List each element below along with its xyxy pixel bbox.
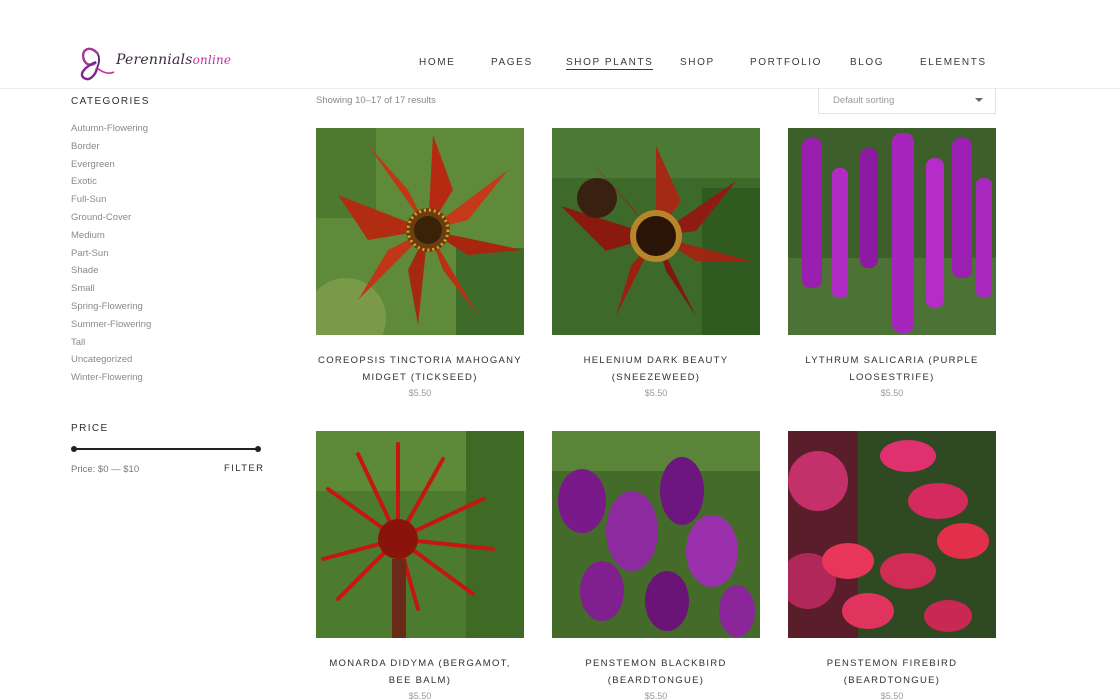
- product-price: $5.50: [644, 388, 668, 398]
- product-title[interactable]: COREOPSIS TINCTORIA MAHOGANY MIDGET (TIC…: [316, 352, 524, 386]
- product-image[interactable]: [552, 128, 760, 335]
- site-header: Perennialsonline HOME PAGES SHOP PLANTS …: [0, 0, 1120, 89]
- brand-logo[interactable]: Perennialsonline: [76, 42, 231, 84]
- product-image[interactable]: [316, 128, 524, 335]
- product-title[interactable]: MONARDA DIDYMA (BERGAMOT, BEE BALM): [316, 655, 524, 689]
- categories-title: CATEGORIES: [71, 96, 150, 107]
- product-image[interactable]: [788, 431, 996, 638]
- butterfly-logo-icon: [80, 47, 115, 81]
- category-link[interactable]: Shade: [71, 262, 271, 280]
- category-link[interactable]: Spring-Flowering: [71, 298, 271, 316]
- product-card: LYTHRUM SALICARIA (PURPLE LOOSESTRIFE) $…: [788, 128, 996, 398]
- product-price: $5.50: [644, 691, 668, 700]
- slider-max-handle[interactable]: [255, 446, 261, 452]
- nav-item-shop[interactable]: SHOP: [680, 57, 715, 68]
- category-link[interactable]: Tall: [71, 334, 271, 352]
- category-link[interactable]: Evergreen: [71, 156, 271, 174]
- product-image[interactable]: [788, 128, 996, 335]
- price-range-label: Price: $0 — $10: [71, 464, 140, 475]
- product-price: $5.50: [880, 388, 904, 398]
- product-price: $5.50: [408, 691, 432, 700]
- category-link[interactable]: Winter-Flowering: [71, 369, 271, 387]
- price-title: PRICE: [71, 423, 109, 434]
- nav-item-blog[interactable]: BLOG: [850, 57, 884, 68]
- product-card: HELENIUM DARK BEAUTY (SNEEZEWEED) $5.50: [552, 128, 760, 398]
- product-card: PENSTEMON FIREBIRD (BEARDTONGUE) $5.50: [788, 431, 996, 700]
- slider-min-handle[interactable]: [71, 446, 77, 452]
- category-link[interactable]: Full-Sun: [71, 191, 271, 209]
- result-count: Showing 10–17 of 17 results: [316, 95, 436, 106]
- nav-item-home[interactable]: HOME: [419, 57, 455, 68]
- price-range-slider[interactable]: [71, 446, 261, 452]
- product-card: COREOPSIS TINCTORIA MAHOGANY MIDGET (TIC…: [316, 128, 524, 398]
- brand-name: Perennialsonline: [116, 52, 232, 68]
- product-title[interactable]: PENSTEMON BLACKBIRD (BEARDTONGUE): [552, 655, 760, 689]
- category-link[interactable]: Uncategorized: [71, 351, 271, 369]
- product-image[interactable]: [552, 431, 760, 638]
- sorting-select[interactable]: Default sorting: [818, 88, 996, 114]
- category-list: Autumn-Flowering Border Evergreen Exotic…: [71, 120, 271, 387]
- category-link[interactable]: Part-Sun: [71, 245, 271, 263]
- nav-item-pages[interactable]: PAGES: [491, 57, 533, 68]
- nav-item-shop-plants[interactable]: SHOP PLANTS: [566, 57, 654, 70]
- category-link[interactable]: Summer-Flowering: [71, 316, 271, 334]
- category-link[interactable]: Medium: [71, 227, 271, 245]
- category-link[interactable]: Small: [71, 280, 271, 298]
- product-price: $5.50: [408, 388, 432, 398]
- filter-button[interactable]: FILTER: [224, 463, 264, 474]
- product-title[interactable]: LYTHRUM SALICARIA (PURPLE LOOSESTRIFE): [788, 352, 996, 386]
- product-title[interactable]: HELENIUM DARK BEAUTY (SNEEZEWEED): [552, 352, 760, 386]
- product-image[interactable]: [316, 431, 524, 638]
- category-link[interactable]: Autumn-Flowering: [71, 120, 271, 138]
- product-card: PENSTEMON BLACKBIRD (BEARDTONGUE) $5.50: [552, 431, 760, 700]
- chevron-down-icon: [975, 98, 983, 102]
- category-link[interactable]: Border: [71, 138, 271, 156]
- shop-sidebar: CATEGORIES Autumn-Flowering Border Everg…: [71, 96, 271, 475]
- product-card: MONARDA DIDYMA (BERGAMOT, BEE BALM) $5.5…: [316, 431, 524, 700]
- category-link[interactable]: Ground-Cover: [71, 209, 271, 227]
- category-link[interactable]: Exotic: [71, 173, 271, 191]
- product-price: $5.50: [880, 691, 904, 700]
- nav-item-elements[interactable]: ELEMENTS: [920, 57, 987, 68]
- sorting-selected-value: Default sorting: [833, 95, 895, 106]
- nav-item-portfolio[interactable]: PORTFOLIO: [750, 57, 822, 68]
- slider-track: [73, 448, 259, 450]
- product-title[interactable]: PENSTEMON FIREBIRD (BEARDTONGUE): [788, 655, 996, 689]
